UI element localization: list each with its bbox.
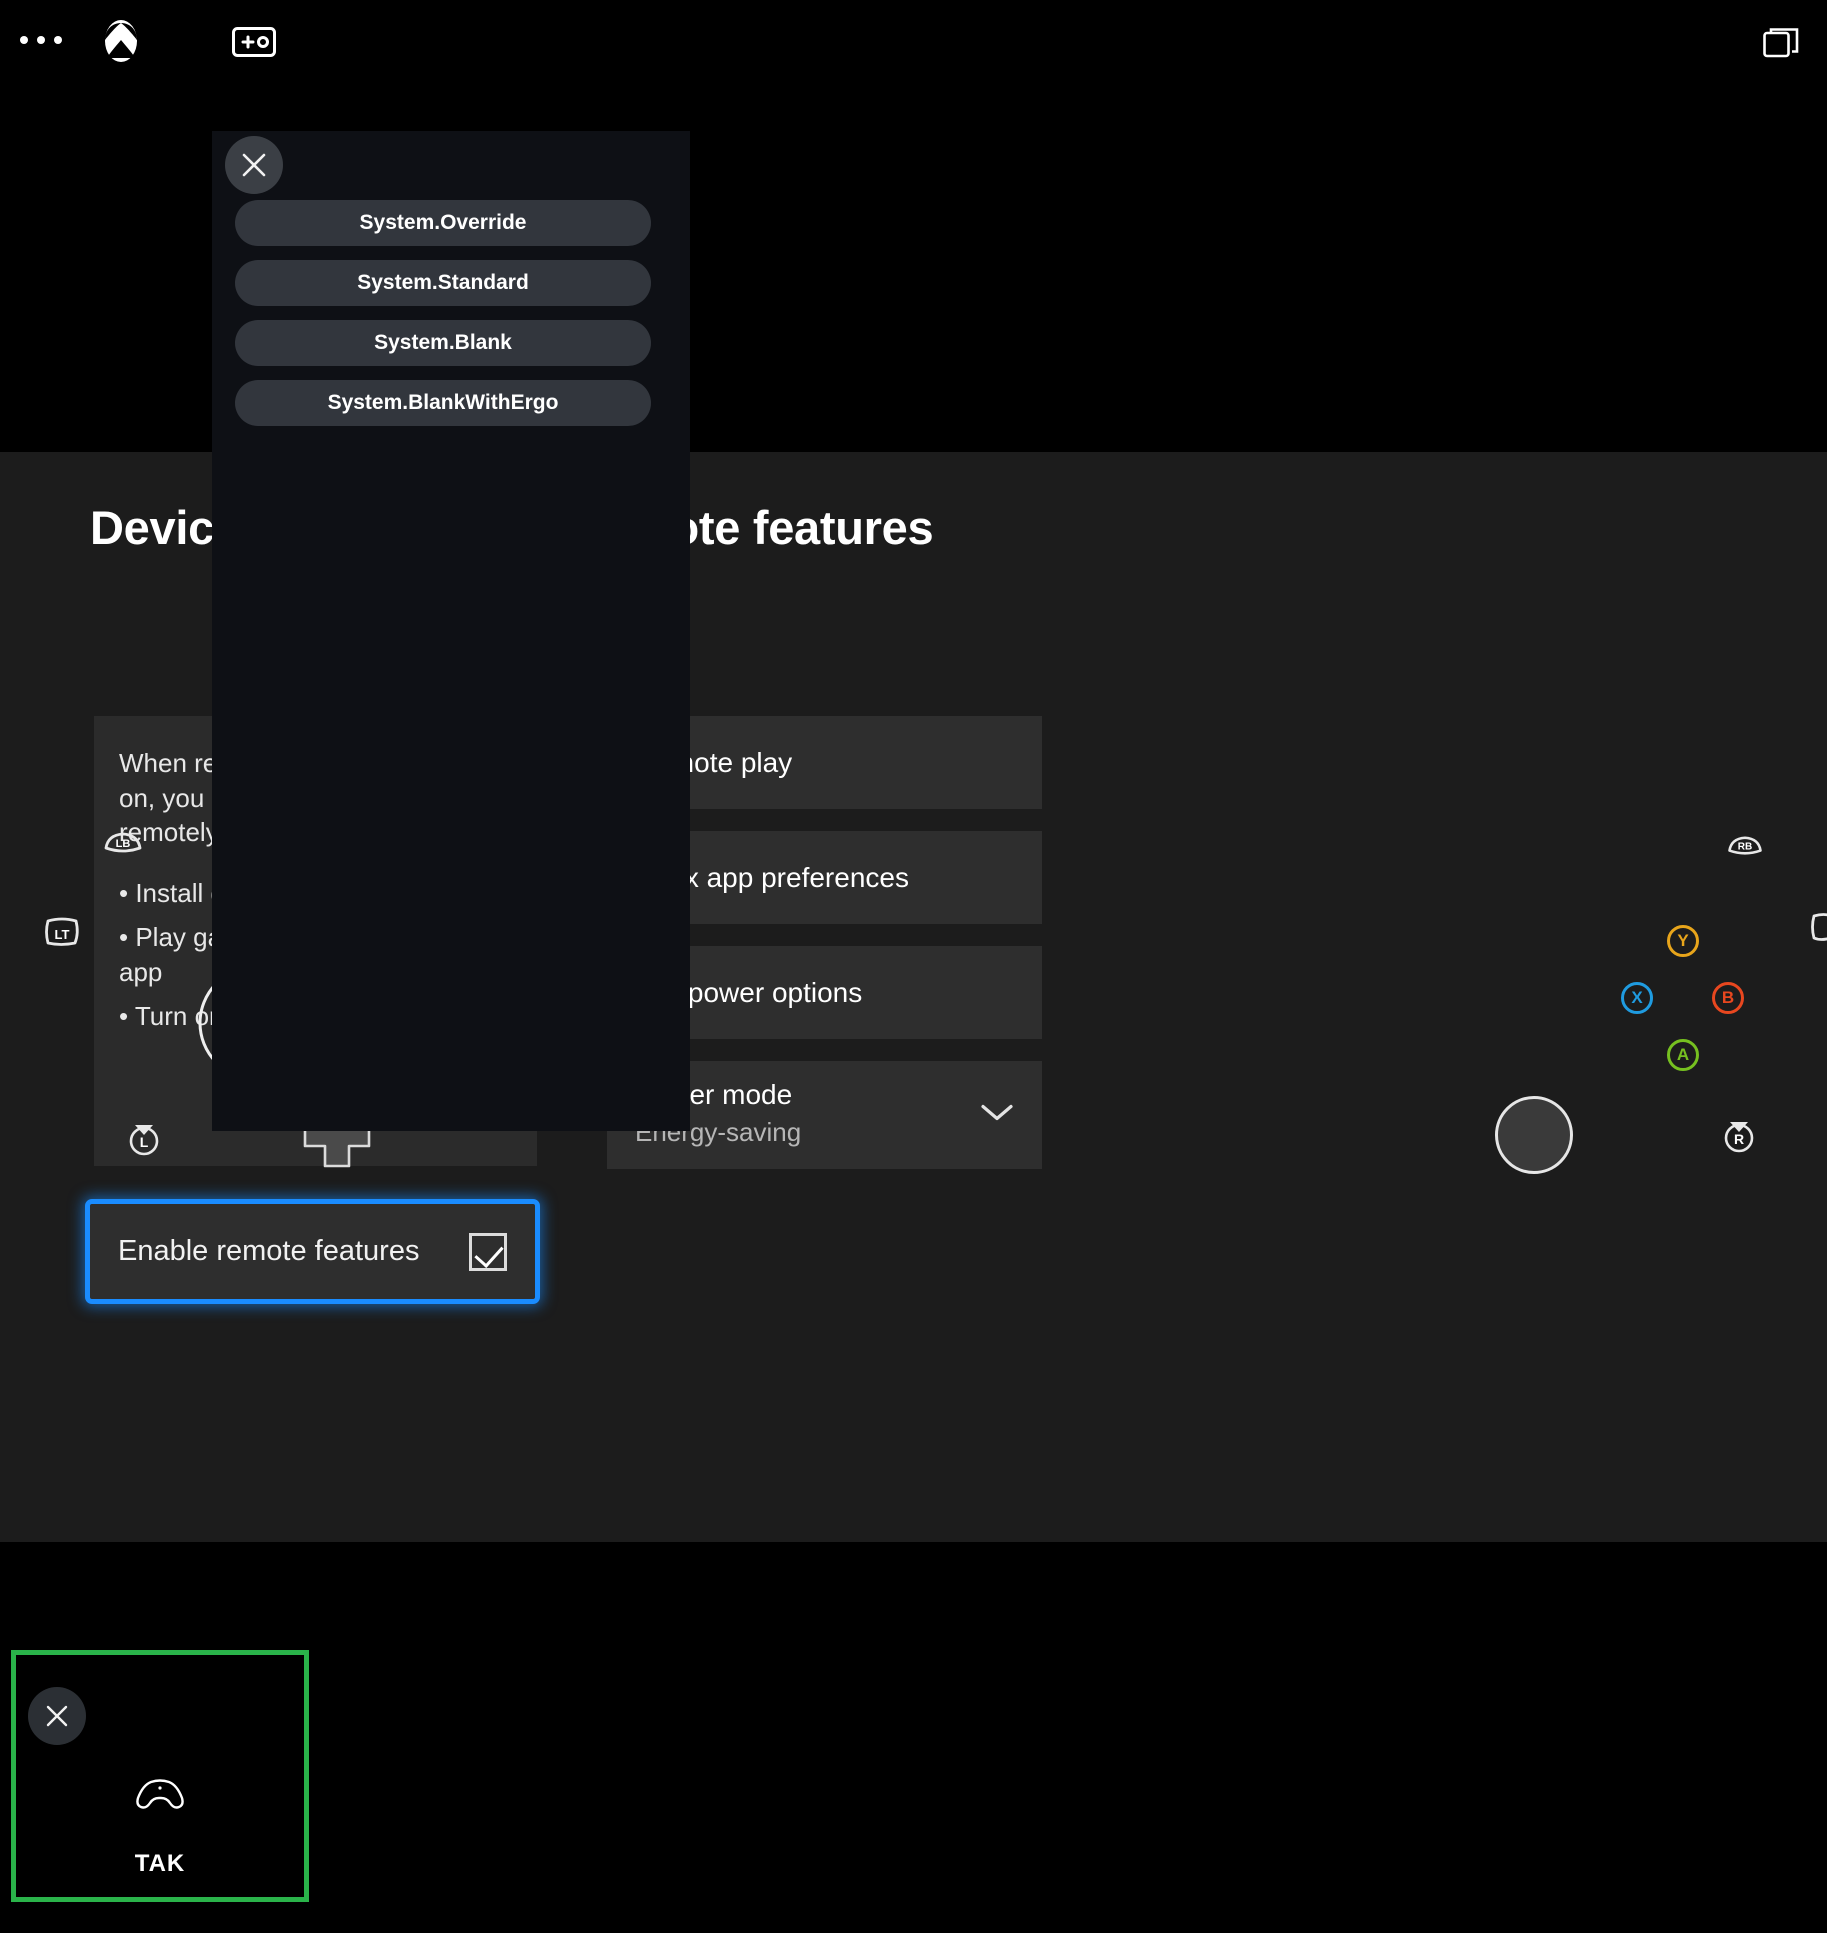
svg-text:L: L (140, 1134, 149, 1150)
controller-connect-label: TAK (16, 1850, 304, 1878)
face-button-label: Y (1677, 931, 1688, 951)
x-button-icon: X (1621, 982, 1653, 1014)
screen-root: Device connections & remote features Whe… (0, 0, 1827, 1933)
rb-bumper-icon: RB (1724, 833, 1766, 859)
flyout-option-system-blankwithergo[interactable]: System.BlankWithErgo (235, 380, 651, 426)
svg-text:RB: RB (1738, 842, 1753, 853)
left-stick-icon: L (125, 1117, 163, 1162)
left-stick-large-icon (1495, 1096, 1573, 1174)
y-button-icon: Y (1667, 925, 1699, 957)
capture-icon[interactable] (232, 27, 276, 57)
enable-remote-features-label: Enable remote features (118, 1235, 419, 1268)
xbox-logo-icon[interactable] (98, 18, 144, 64)
enable-remote-features-checkbox[interactable] (469, 1233, 507, 1271)
svg-text:LB: LB (116, 838, 131, 850)
dot-icon (54, 36, 62, 44)
lb-bumper-icon: LB (100, 828, 146, 863)
r-bumper-partial-icon (1810, 910, 1827, 949)
flyout-option-label: System.Blank (374, 331, 512, 355)
flyout-close-button[interactable] (225, 136, 283, 194)
more-options-button[interactable] (14, 22, 68, 58)
connect-card-close-button[interactable] (28, 1687, 86, 1745)
flyout-option-label: System.Override (360, 211, 527, 235)
lt-trigger-icon: LT (40, 915, 84, 954)
right-stick-icon: R (1720, 1114, 1758, 1159)
chevron-down-icon[interactable] (980, 1103, 1014, 1128)
enable-remote-features-row[interactable]: Enable remote features (85, 1199, 540, 1304)
controller-icon (134, 1777, 186, 1816)
controller-connect-card: TAK (11, 1650, 309, 1902)
svg-text:R: R (1734, 1131, 1744, 1147)
face-button-label: X (1631, 988, 1642, 1008)
a-button-icon: A (1667, 1039, 1699, 1071)
svg-text:LT: LT (55, 927, 70, 942)
close-icon (239, 150, 269, 180)
flyout-option-label: System.Standard (357, 271, 529, 295)
window-switch-icon[interactable] (1763, 26, 1799, 58)
flyout-option-system-standard[interactable]: System.Standard (235, 260, 651, 306)
flyout-option-system-override[interactable]: System.Override (235, 200, 651, 246)
flyout-option-system-blank[interactable]: System.Blank (235, 320, 651, 366)
b-button-icon: B (1712, 982, 1744, 1014)
top-bar (0, 0, 1827, 82)
close-icon (42, 1701, 72, 1731)
dot-icon (20, 36, 28, 44)
dot-icon (37, 36, 45, 44)
flyout-option-label: System.BlankWithErgo (328, 391, 559, 415)
face-button-label: A (1677, 1045, 1689, 1065)
face-button-label: B (1722, 988, 1734, 1008)
